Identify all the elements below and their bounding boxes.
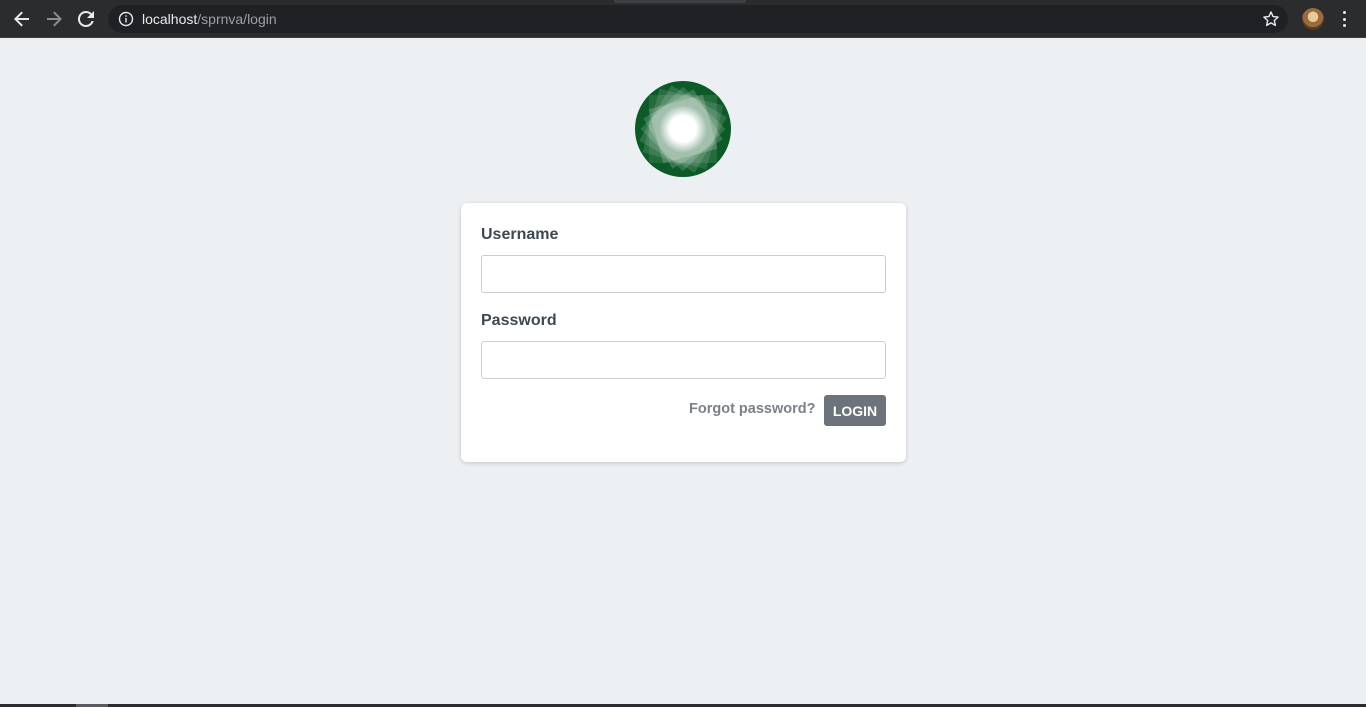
password-label: Password [481,312,557,329]
username-label: Username [481,226,559,243]
star-icon[interactable] [1262,10,1280,28]
browser-toolbar: localhost/sprnva/login [0,0,1366,38]
back-arrow-icon[interactable] [10,7,34,31]
reload-icon[interactable] [74,7,98,31]
username-input[interactable] [481,255,886,293]
forward-arrow-icon[interactable] [42,7,66,31]
password-input[interactable] [481,341,886,379]
forgot-password-link[interactable]: Forgot password? [689,401,815,417]
tab-strip-indicator [614,0,746,3]
url-path: /sprnva/login [197,11,277,27]
login-card: Username Password Forgot password? LOGIN [461,203,906,462]
login-button[interactable]: LOGIN [824,395,886,426]
url-host: localhost [142,11,198,27]
avatar[interactable] [1302,8,1324,30]
menu-dots-icon[interactable] [1336,10,1352,28]
url-text: localhost/sprnva/login [142,11,277,27]
info-icon[interactable] [118,11,134,27]
app-logo [635,81,731,177]
address-bar[interactable]: localhost/sprnva/login [108,5,1288,33]
